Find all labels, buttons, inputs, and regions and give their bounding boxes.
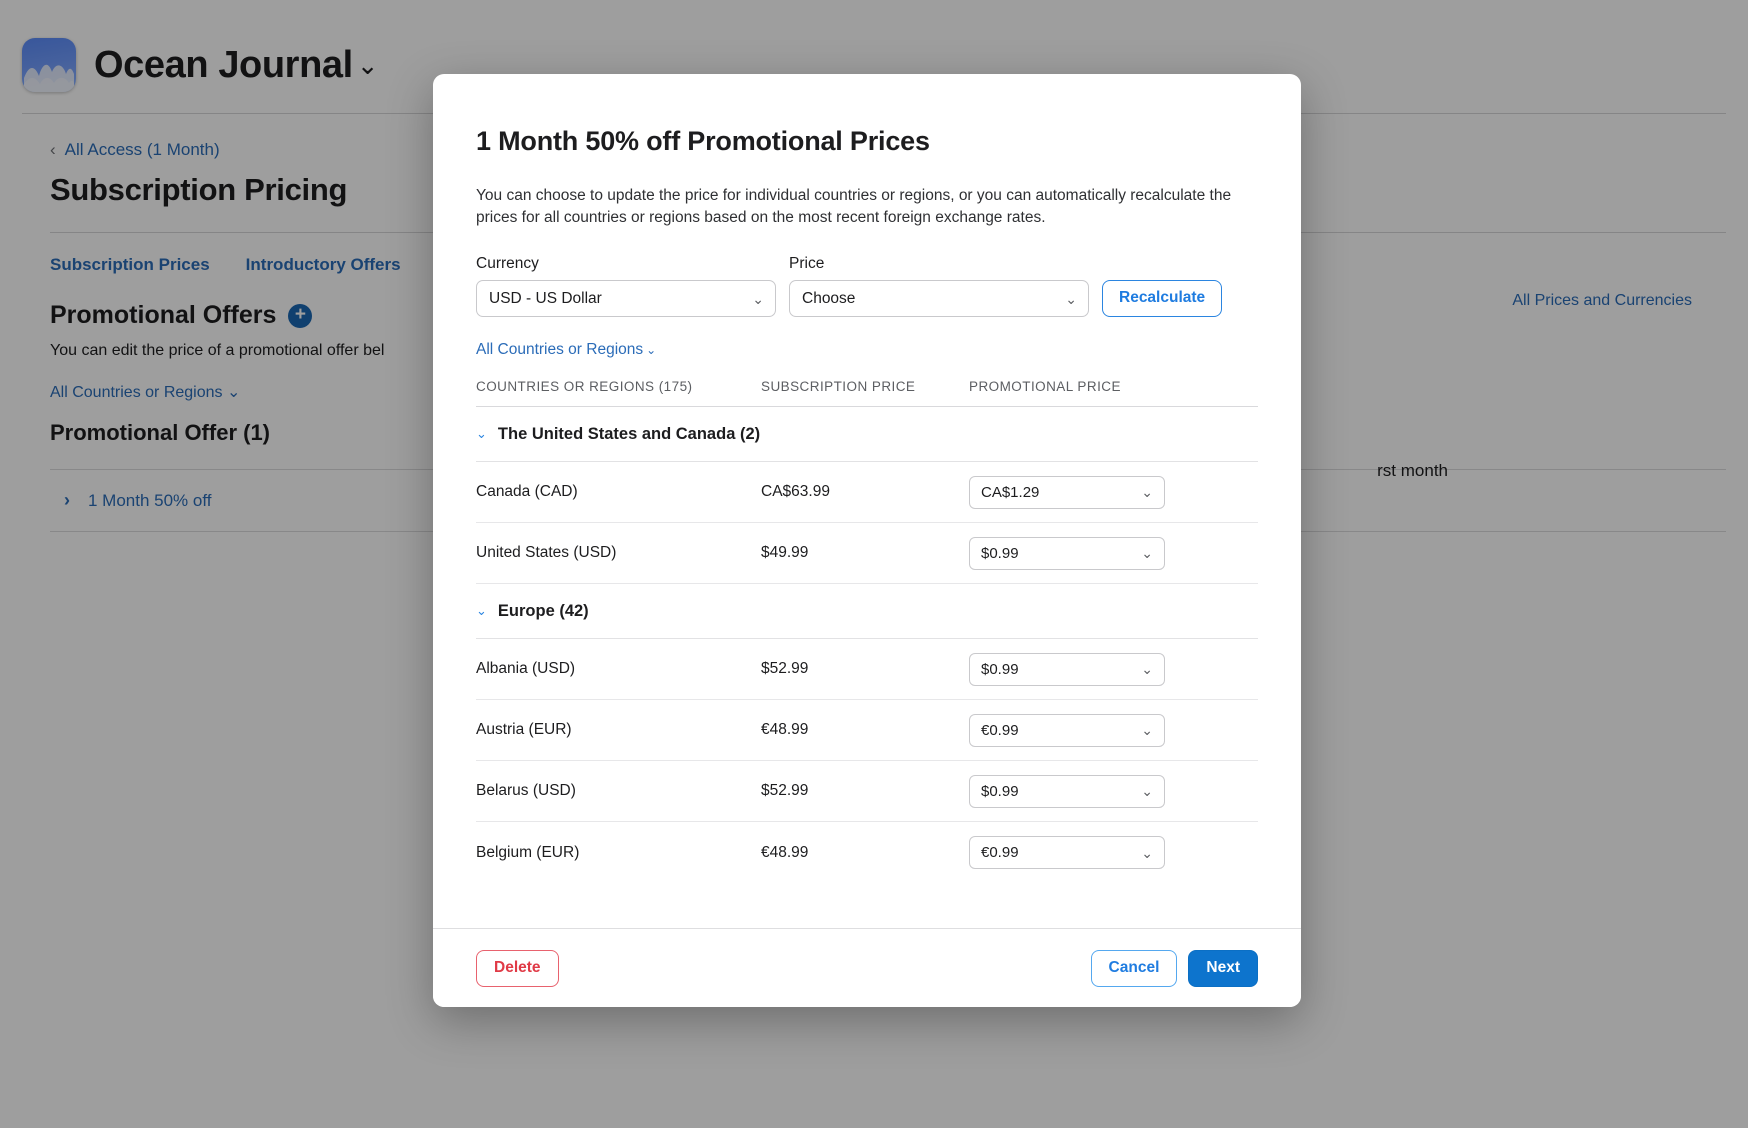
row-subscription-price: $52.99 (761, 660, 969, 678)
promotional-price-select[interactable]: €0.99 ⌄ (969, 836, 1165, 869)
chevron-down-icon: ⌄ (1141, 846, 1153, 860)
promotional-price-value: $0.99 (981, 545, 1019, 562)
chevron-down-icon: ⌄ (1141, 485, 1153, 499)
currency-field-group: Currency USD - US Dollar ⌄ (476, 255, 776, 317)
row-subscription-price: €48.99 (761, 844, 969, 862)
promotional-price-select[interactable]: $0.99 ⌄ (969, 775, 1165, 808)
table-row: Canada (CAD) CA$63.99 CA$1.29 ⌄ (476, 462, 1258, 523)
modal-body: 1 Month 50% off Promotional Prices You c… (433, 74, 1301, 928)
next-button[interactable]: Next (1188, 950, 1258, 987)
table-group-header[interactable]: ⌄ Europe (42) (476, 584, 1258, 639)
promotional-prices-modal: 1 Month 50% off Promotional Prices You c… (433, 74, 1301, 1007)
chevron-down-icon: ⌄ (646, 343, 656, 357)
cancel-button[interactable]: Cancel (1091, 950, 1178, 987)
price-select-value: Choose (802, 290, 855, 308)
table-row: United States (USD) $49.99 $0.99 ⌄ (476, 523, 1258, 584)
prices-table: COUNTRIES OR REGIONS (175) SUBSCRIPTION … (476, 379, 1258, 928)
chevron-down-icon: ⌄ (1065, 292, 1077, 306)
row-promotional-price-cell: €0.99 ⌄ (969, 836, 1258, 869)
table-row: Austria (EUR) €48.99 €0.99 ⌄ (476, 700, 1258, 761)
table-row: Belarus (USD) $52.99 $0.99 ⌄ (476, 761, 1258, 822)
regions-filter-label: All Countries or Regions (476, 341, 643, 358)
promotional-price-value: $0.99 (981, 783, 1019, 800)
row-country: Belarus (USD) (476, 782, 761, 800)
row-subscription-price: CA$63.99 (761, 483, 969, 501)
price-select[interactable]: Choose ⌄ (789, 280, 1089, 317)
row-subscription-price: €48.99 (761, 721, 969, 739)
promotional-price-value: €0.99 (981, 844, 1019, 861)
row-subscription-price: $49.99 (761, 544, 969, 562)
row-promotional-price-cell: $0.99 ⌄ (969, 775, 1258, 808)
promotional-price-value: €0.99 (981, 722, 1019, 739)
currency-select[interactable]: USD - US Dollar ⌄ (476, 280, 776, 317)
currency-label: Currency (476, 255, 776, 273)
promotional-price-select[interactable]: €0.99 ⌄ (969, 714, 1165, 747)
chevron-down-icon[interactable]: ⌄ (476, 426, 487, 442)
table-row: Albania (USD) $52.99 $0.99 ⌄ (476, 639, 1258, 700)
promotional-price-value: CA$1.29 (981, 484, 1039, 501)
currency-select-value: USD - US Dollar (489, 290, 602, 308)
table-scroll-area[interactable]: ⌄ The United States and Canada (2) Canad… (476, 407, 1258, 928)
row-country: Albania (USD) (476, 660, 761, 678)
chevron-down-icon: ⌄ (752, 292, 764, 306)
row-promotional-price-cell: $0.99 ⌄ (969, 653, 1258, 686)
chevron-down-icon: ⌄ (1141, 723, 1153, 737)
row-country: Austria (EUR) (476, 721, 761, 739)
footer-actions: Cancel Next (1091, 950, 1258, 987)
modal-title: 1 Month 50% off Promotional Prices (476, 126, 1258, 157)
header-promotional-price: PROMOTIONAL PRICE (969, 379, 1258, 394)
promotional-price-value: $0.99 (981, 661, 1019, 678)
header-countries: COUNTRIES OR REGIONS (175) (476, 379, 761, 394)
table-group-header[interactable]: ⌄ The United States and Canada (2) (476, 407, 1258, 462)
row-promotional-price-cell: €0.99 ⌄ (969, 714, 1258, 747)
pricing-form-row: Currency USD - US Dollar ⌄ Price Choose … (476, 255, 1258, 317)
modal-footer: Delete Cancel Next (433, 928, 1301, 1007)
row-promotional-price-cell: CA$1.29 ⌄ (969, 476, 1258, 509)
group-name: Europe (42) (498, 602, 589, 621)
table-header-row: COUNTRIES OR REGIONS (175) SUBSCRIPTION … (476, 379, 1258, 407)
chevron-down-icon: ⌄ (1141, 546, 1153, 560)
row-country: Canada (CAD) (476, 483, 761, 501)
group-name: The United States and Canada (2) (498, 425, 760, 444)
promotional-price-select[interactable]: CA$1.29 ⌄ (969, 476, 1165, 509)
chevron-down-icon: ⌄ (1141, 784, 1153, 798)
recalculate-button[interactable]: Recalculate (1102, 280, 1222, 317)
chevron-down-icon[interactable]: ⌄ (476, 603, 487, 619)
row-country: United States (USD) (476, 544, 761, 562)
modal-description: You can choose to update the price for i… (476, 185, 1236, 229)
regions-filter-link[interactable]: All Countries or Regions⌄ (476, 341, 1258, 359)
row-country: Belgium (EUR) (476, 844, 761, 862)
delete-button[interactable]: Delete (476, 950, 559, 987)
chevron-down-icon: ⌄ (1141, 662, 1153, 676)
price-field-group: Price Choose ⌄ (789, 255, 1089, 317)
header-subscription-price: SUBSCRIPTION PRICE (761, 379, 969, 394)
promotional-price-select[interactable]: $0.99 ⌄ (969, 653, 1165, 686)
row-subscription-price: $52.99 (761, 782, 969, 800)
price-label: Price (789, 255, 1089, 273)
table-row: Belgium (EUR) €48.99 €0.99 ⌄ (476, 822, 1258, 883)
row-promotional-price-cell: $0.99 ⌄ (969, 537, 1258, 570)
promotional-price-select[interactable]: $0.99 ⌄ (969, 537, 1165, 570)
